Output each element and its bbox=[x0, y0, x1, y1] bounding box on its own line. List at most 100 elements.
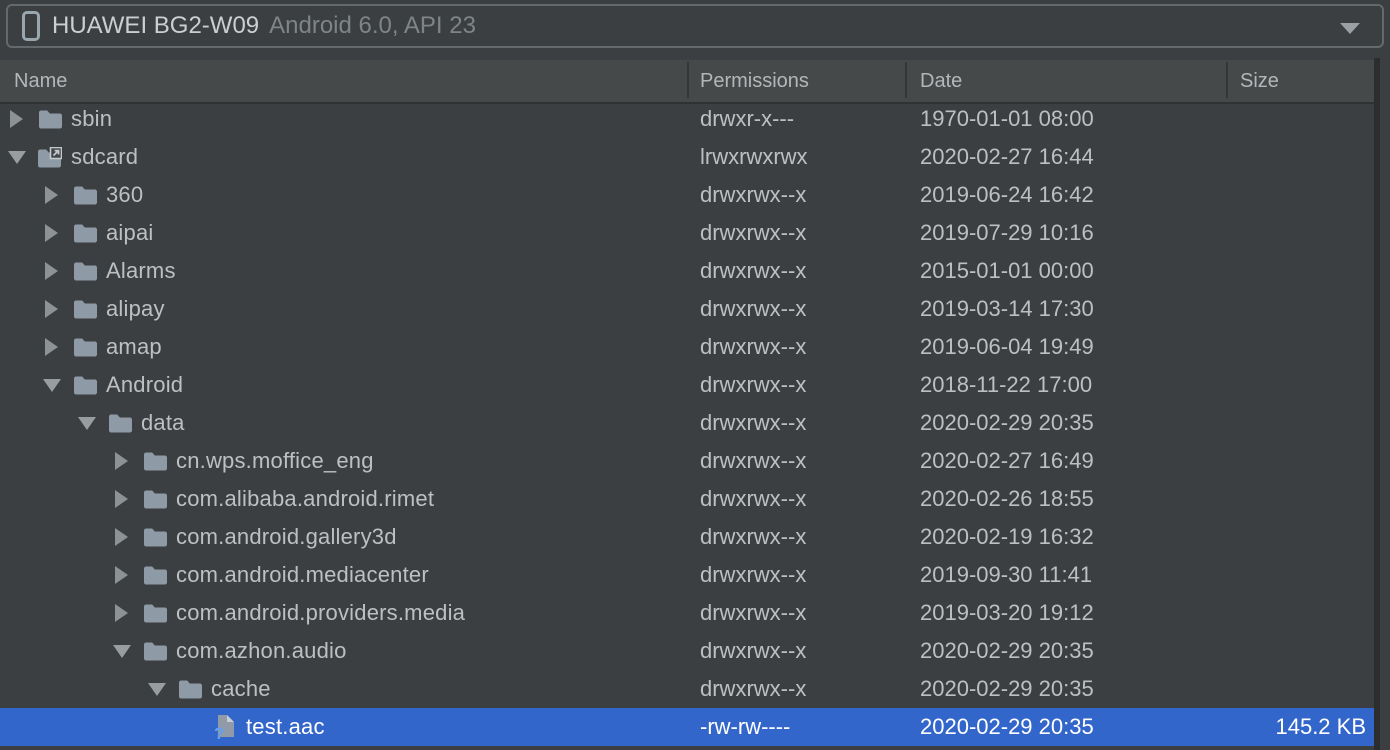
folder-icon bbox=[143, 449, 167, 473]
file-name: cn.wps.moffice_eng bbox=[176, 448, 374, 473]
tree-row[interactable]: sdcard lrwxrwxrwx 2020-02-27 16:44 bbox=[0, 138, 1374, 176]
file-name: data bbox=[141, 410, 185, 435]
date-value: 2015-01-01 00:00 bbox=[920, 258, 1094, 283]
file-name: cache bbox=[211, 676, 271, 701]
collapse-arrow-icon[interactable] bbox=[43, 379, 61, 392]
svg-text:?: ? bbox=[214, 724, 224, 740]
scrollbar-track[interactable] bbox=[1374, 58, 1380, 750]
permissions-value: -rw-rw---- bbox=[700, 714, 791, 739]
date-value: 2020-02-19 16:32 bbox=[920, 524, 1094, 549]
expand-arrow-icon[interactable] bbox=[45, 186, 58, 204]
file-name: sdcard bbox=[71, 144, 139, 169]
permissions-value: drwxrwx--x bbox=[700, 258, 807, 283]
collapse-arrow-icon[interactable] bbox=[8, 151, 26, 164]
permissions-value: drwxrwx--x bbox=[700, 220, 807, 245]
column-header-name[interactable]: Name bbox=[14, 60, 67, 102]
size-value: 145.2 KB bbox=[1275, 714, 1366, 739]
folder-icon bbox=[143, 639, 167, 663]
date-value: 2019-06-04 19:49 bbox=[920, 334, 1094, 359]
device-selector[interactable]: HUAWEI BG2-W09 Android 6.0, API 23 bbox=[6, 4, 1384, 48]
device-os-version: Android 6.0, API 23 bbox=[269, 12, 476, 39]
permissions-value: drwxr-x--- bbox=[700, 106, 795, 131]
expand-arrow-icon[interactable] bbox=[115, 490, 128, 508]
tree-row[interactable]: com.azhon.audio drwxrwx--x 2020-02-29 20:3… bbox=[0, 632, 1374, 670]
arrow-slot bbox=[10, 100, 38, 138]
chevron-down-icon[interactable] bbox=[1340, 23, 1360, 34]
column-header-permissions[interactable]: Permissions bbox=[700, 60, 809, 102]
expand-arrow-icon[interactable] bbox=[45, 338, 58, 356]
tree-row[interactable]: 360 drwxrwx--x 2019-06-24 16:42 bbox=[0, 176, 1374, 214]
name-cell: alipay bbox=[0, 290, 165, 328]
device-name: HUAWEI BG2-W09 bbox=[52, 12, 260, 39]
file-name: Alarms bbox=[106, 258, 176, 283]
date-value: 2019-06-24 16:42 bbox=[920, 182, 1094, 207]
expand-arrow-icon[interactable] bbox=[45, 224, 58, 242]
arrow-slot bbox=[113, 632, 143, 670]
column-separator[interactable] bbox=[687, 62, 689, 98]
date-value: 2019-03-14 17:30 bbox=[920, 296, 1094, 321]
tree-row[interactable]: com.android.providers.media drwxrwx--x 201… bbox=[0, 594, 1374, 632]
file-name: test.aac bbox=[246, 714, 325, 739]
tree-row[interactable]: cache drwxrwx--x 2020-02-29 20:35 bbox=[0, 670, 1374, 708]
arrow-slot bbox=[45, 252, 73, 290]
file-name: Android bbox=[106, 372, 184, 397]
collapse-arrow-icon[interactable] bbox=[148, 683, 166, 696]
tree-row[interactable]: data drwxrwx--x 2020-02-29 20:35 bbox=[0, 404, 1374, 442]
tree-row[interactable]: com.android.mediacenter drwxrwx--x 2019-09… bbox=[0, 556, 1374, 594]
column-separator[interactable] bbox=[905, 62, 907, 98]
tree-row[interactable]: com.alibaba.android.rimet drwxrwx--x 2020-… bbox=[0, 480, 1374, 518]
name-cell: com.alibaba.android.rimet bbox=[0, 480, 434, 518]
name-cell: aipai bbox=[0, 214, 153, 252]
tree-row[interactable]: aipai drwxrwx--x 2019-07-29 10:16 bbox=[0, 214, 1374, 252]
expand-arrow-icon[interactable] bbox=[115, 604, 128, 622]
folder-icon bbox=[143, 601, 167, 625]
file-name: com.android.gallery3d bbox=[176, 524, 397, 549]
tree-row[interactable]: alipay drwxrwx--x 2019-03-14 17:30 bbox=[0, 290, 1374, 328]
folder-symlink-icon bbox=[38, 145, 62, 169]
expand-arrow-icon[interactable] bbox=[115, 528, 128, 546]
date-value: 2019-07-29 10:16 bbox=[920, 220, 1094, 245]
collapse-arrow-icon[interactable] bbox=[78, 417, 96, 430]
expand-arrow-icon[interactable] bbox=[45, 300, 58, 318]
tree-row[interactable]: amap drwxrwx--x 2019-06-04 19:49 bbox=[0, 328, 1374, 366]
table-header: Name Permissions Date Size bbox=[0, 60, 1374, 104]
expand-arrow-icon[interactable] bbox=[115, 452, 128, 470]
arrow-slot bbox=[115, 442, 143, 480]
folder-icon bbox=[108, 411, 132, 435]
name-cell: com.azhon.audio bbox=[0, 632, 347, 670]
column-header-size[interactable]: Size bbox=[1240, 60, 1279, 102]
expand-arrow-icon[interactable] bbox=[10, 110, 23, 128]
arrow-slot bbox=[8, 138, 38, 176]
date-value: 2020-02-27 16:44 bbox=[920, 144, 1094, 169]
arrow-slot bbox=[115, 594, 143, 632]
name-cell: cache bbox=[0, 670, 271, 708]
file-name: 360 bbox=[106, 182, 144, 207]
folder-icon bbox=[73, 373, 97, 397]
tree-row[interactable]: Android drwxrwx--x 2018-11-22 17:00 bbox=[0, 366, 1374, 404]
name-cell: cn.wps.moffice_eng bbox=[0, 442, 374, 480]
permissions-value: lrwxrwxrwx bbox=[700, 144, 808, 169]
tree-row[interactable]: com.android.gallery3d drwxrwx--x 2020-02-1… bbox=[0, 518, 1374, 556]
arrow-slot bbox=[45, 176, 73, 214]
date-value: 2020-02-29 20:35 bbox=[920, 676, 1094, 701]
permissions-value: drwxrwx--x bbox=[700, 562, 807, 587]
permissions-value: drwxrwx--x bbox=[700, 638, 807, 663]
column-header-date[interactable]: Date bbox=[920, 60, 962, 102]
expand-arrow-icon[interactable] bbox=[115, 566, 128, 584]
arrow-slot bbox=[78, 404, 108, 442]
expand-arrow-icon[interactable] bbox=[45, 262, 58, 280]
tree-row[interactable]: sbin drwxr-x--- 1970-01-01 08:00 bbox=[0, 100, 1374, 138]
permissions-value: drwxrwx--x bbox=[700, 296, 807, 321]
name-cell: Alarms bbox=[0, 252, 176, 290]
collapse-arrow-icon[interactable] bbox=[113, 645, 131, 658]
name-cell: com.android.gallery3d bbox=[0, 518, 397, 556]
permissions-value: drwxrwx--x bbox=[700, 524, 807, 549]
arrow-slot bbox=[45, 214, 73, 252]
column-separator[interactable] bbox=[1226, 62, 1228, 98]
tree-row[interactable]: Alarms drwxrwx--x 2015-01-01 00:00 bbox=[0, 252, 1374, 290]
folder-icon bbox=[143, 487, 167, 511]
tree-row[interactable]: ? test.aac -rw-rw---- 2020-02-29 20:35 145.2… bbox=[0, 708, 1374, 746]
arrow-slot bbox=[45, 290, 73, 328]
tree-row[interactable]: cn.wps.moffice_eng drwxrwx--x 2020-02-27 1… bbox=[0, 442, 1374, 480]
arrow-slot bbox=[148, 670, 178, 708]
